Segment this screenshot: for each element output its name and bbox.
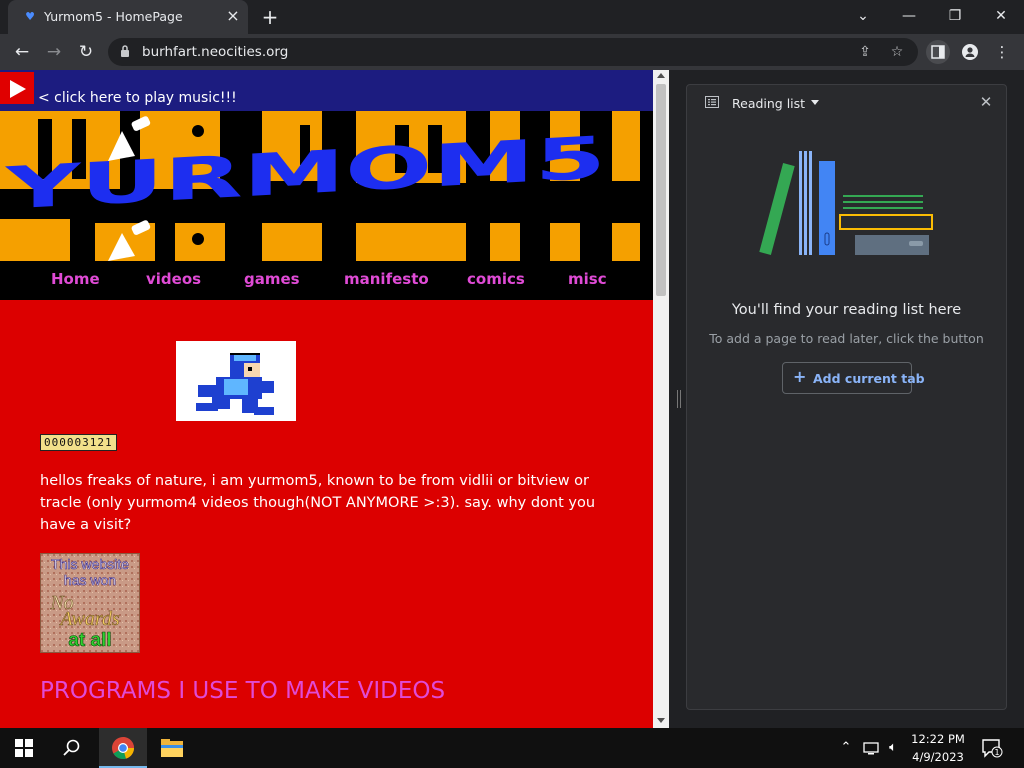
- award-badge-image: This website has won No Awards at all: [40, 553, 140, 653]
- reading-list-illustration: [759, 151, 933, 255]
- programs-heading: PROGRAMS I USE TO MAKE VIDEOS: [40, 678, 446, 704]
- profile-icon[interactable]: [958, 40, 982, 64]
- plus-icon: +: [793, 367, 807, 386]
- tab-close-icon[interactable]: ×: [224, 7, 242, 25]
- tab-title: Yurmom5 - HomePage: [44, 9, 183, 24]
- windows-start-icon[interactable]: [0, 728, 48, 768]
- reading-list-panel: Reading list ✕ You'll find your reading …: [686, 84, 1007, 710]
- browser-toolbar: ← → ↻ burhfart.neocities.org ⇪ ☆ ⋮: [0, 34, 1024, 70]
- chrome-icon[interactable]: [99, 728, 147, 768]
- address-bar[interactable]: burhfart.neocities.org ⇪ ☆: [108, 38, 918, 66]
- site-banner: YURMOM5: [0, 111, 653, 261]
- scroll-up-arrow-icon[interactable]: [657, 73, 665, 78]
- play-icon: [10, 80, 26, 98]
- file-explorer-icon[interactable]: [148, 728, 196, 768]
- svg-text:Awards: Awards: [58, 608, 119, 630]
- share-icon[interactable]: ⇪: [854, 41, 876, 63]
- nav-games[interactable]: games: [244, 270, 300, 288]
- nav-videos[interactable]: videos: [146, 270, 201, 288]
- chevron-up-icon[interactable]: ⌃: [838, 738, 854, 758]
- minimize-button[interactable]: —: [894, 4, 924, 28]
- svg-text:1: 1: [994, 748, 999, 757]
- svg-text:This website: This website: [51, 556, 129, 572]
- network-icon[interactable]: [862, 738, 880, 758]
- new-tab-button[interactable]: +: [258, 5, 282, 29]
- site-nav: Home videos games manifesto comics misc: [0, 261, 653, 300]
- svg-text:at all: at all: [68, 630, 111, 651]
- clock-time[interactable]: 12:22 PM: [908, 732, 968, 746]
- nav-comics[interactable]: comics: [467, 270, 525, 288]
- play-music-button[interactable]: [0, 72, 34, 104]
- nav-misc[interactable]: misc: [568, 270, 607, 288]
- dropdown-icon[interactable]: [811, 100, 819, 105]
- close-window-button[interactable]: ✕: [986, 4, 1016, 28]
- taskbar: ⌃ 🔈︎ 12:22 PM 4/9/2023 1: [0, 728, 1024, 768]
- page-scrollbar[interactable]: [653, 70, 669, 728]
- panel-title[interactable]: Reading list: [732, 96, 805, 111]
- forward-arrow-icon[interactable]: →: [42, 40, 66, 64]
- clock-date[interactable]: 4/9/2023: [908, 750, 968, 764]
- add-current-tab-button[interactable]: + Add current tab: [782, 362, 925, 394]
- intro-paragraph: hellos freaks of nature, i am yurmom5, k…: [40, 473, 596, 533]
- web-page: < click here to play music!!! YURMOM5 Ho…: [0, 70, 653, 728]
- music-bar: < click here to play music!!!: [0, 70, 653, 111]
- hit-counter: 000003121: [40, 434, 117, 451]
- back-arrow-icon[interactable]: ←: [10, 40, 34, 64]
- notification-icon[interactable]: 1: [980, 738, 1004, 758]
- scroll-down-arrow-icon[interactable]: [657, 718, 665, 723]
- play-music-link[interactable]: < click here to play music!!!: [38, 90, 237, 106]
- tab-search-chevron-icon[interactable]: ⌄: [848, 4, 878, 28]
- svg-text:has won: has won: [64, 572, 116, 588]
- empty-state-heading: You'll find your reading list here: [731, 302, 962, 318]
- scroll-thumb[interactable]: [656, 84, 666, 296]
- add-current-tab-label: Add current tab: [813, 371, 925, 386]
- side-panel-icon[interactable]: [926, 40, 950, 64]
- reload-icon[interactable]: ↻: [74, 40, 98, 64]
- search-icon[interactable]: [48, 728, 96, 768]
- url-text[interactable]: burhfart.neocities.org: [142, 44, 288, 60]
- lock-icon[interactable]: [120, 44, 130, 58]
- nav-manifesto[interactable]: manifesto: [344, 270, 429, 288]
- restore-button[interactable]: ❐: [940, 4, 970, 28]
- empty-state-subtext: To add a page to read later, click the b…: [709, 331, 984, 346]
- close-icon[interactable]: ✕: [977, 93, 995, 111]
- list-icon: [705, 96, 719, 108]
- kebab-menu-icon[interactable]: ⋮: [990, 40, 1014, 64]
- browser-tab[interactable]: ♥ Yurmom5 - HomePage ×: [8, 0, 248, 34]
- volume-icon[interactable]: 🔈︎: [884, 738, 902, 758]
- mascot-image: [176, 341, 296, 421]
- title-bar: ♥ Yurmom5 - HomePage × + ⌄ — ❐ ✕: [0, 0, 1024, 34]
- side-panel-resize-handle[interactable]: [677, 390, 681, 408]
- star-icon[interactable]: ☆: [886, 41, 908, 63]
- nav-home[interactable]: Home: [51, 270, 100, 288]
- tab-favicon-icon: ♥: [25, 10, 35, 23]
